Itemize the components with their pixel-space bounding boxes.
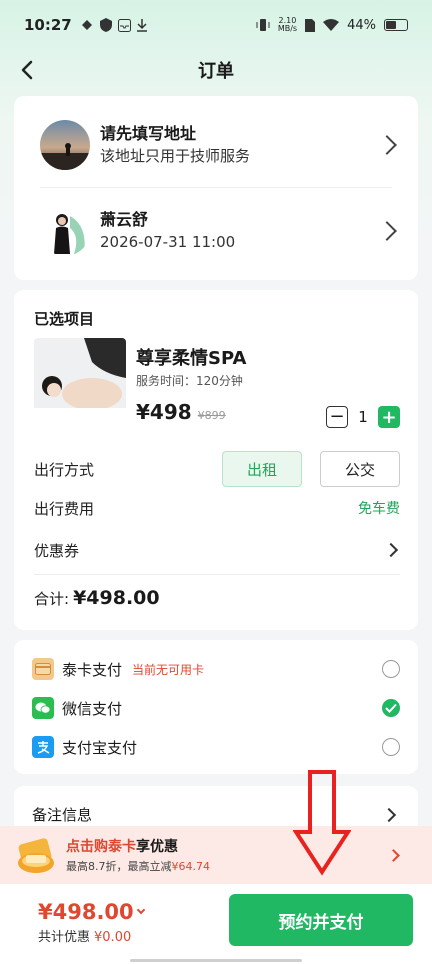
battery-icon (384, 19, 408, 31)
travel-fee-value: 免车费 (358, 501, 400, 517)
radio-unchecked[interactable] (382, 660, 400, 678)
chevron-right-icon (377, 135, 397, 155)
bottom-bar: ¥498.00 共计优惠 ¥0.00 预约并支付 (0, 884, 432, 964)
card-icon (32, 658, 54, 680)
status-bar: 10:27 2.10 MB/s 44% (0, 0, 432, 50)
selected-project-card: 已选项目 尊享柔情SPA 服务时间：120分钟 ¥498 ¥899 − 1 + … (14, 290, 418, 630)
shield-icon (99, 18, 112, 32)
appointment-datetime: 2026-07-31 11:00 (100, 233, 236, 251)
travel-mode-label: 出行方式 (34, 460, 95, 479)
vibrate-icon (256, 19, 270, 31)
coupon-row[interactable]: 优惠券 (34, 538, 400, 562)
technician-row[interactable]: 萧云舒 2026-07-31 11:00 (40, 206, 397, 256)
promo-banner[interactable]: 点击购泰卡享优惠 最高8.7折，最高立减¥64.74 (0, 826, 432, 884)
total-label: 合计: (34, 590, 70, 608)
alipay-icon (32, 736, 54, 758)
promo-sub-amount: ¥64.74 (171, 860, 211, 873)
payment-note: 当前无可用卡 (132, 662, 205, 677)
back-arrow-icon[interactable] (16, 58, 40, 82)
travel-option-taxi[interactable]: 出租 (222, 451, 302, 487)
remark-label: 备注信息 (32, 806, 93, 824)
chevron-down-icon (136, 905, 145, 915)
coupon-label: 优惠券 (34, 541, 80, 560)
decrease-button[interactable]: − (326, 406, 348, 428)
payment-option-card[interactable]: 泰卡支付 当前无可用卡 (32, 654, 400, 684)
status-right: 2.10 MB/s 44% (256, 17, 408, 33)
download-icon (136, 18, 147, 32)
radio-checked[interactable] (382, 699, 400, 717)
section-title: 已选项目 (34, 310, 95, 328)
travel-mode-row: 出行方式 出租 公交 (34, 450, 400, 488)
total-row: 合计: ¥498.00 (34, 587, 160, 609)
status-time: 10:27 (24, 16, 72, 34)
technician-avatar (40, 206, 90, 256)
payment-option-alipay[interactable]: 支付宝支付 (32, 732, 400, 762)
divider (34, 574, 400, 575)
promo-title-highlight: 点击购泰卡 (66, 839, 136, 855)
bottom-total-amount: ¥498.00 (38, 900, 134, 924)
price-row: ¥498 ¥899 (136, 400, 226, 424)
chevron-right-icon (381, 807, 397, 823)
promo-title-rest: 享优惠 (136, 839, 178, 855)
address-avatar (40, 120, 90, 170)
quantity-value: 1 (358, 408, 368, 426)
travel-option-bus[interactable]: 公交 (320, 451, 400, 487)
service-thumbnail (34, 338, 126, 430)
address-row[interactable]: 请先填写地址 该地址只用于技师服务 (40, 120, 397, 170)
payment-label: 支付宝支付 (62, 738, 138, 757)
home-indicator[interactable] (130, 959, 302, 962)
chevron-right-icon (387, 848, 400, 862)
wechat-icon (32, 697, 54, 719)
order-info-card: 请先填写地址 该地址只用于技师服务 萧云舒 2026-07-31 11:00 (14, 96, 418, 280)
sim-icon (305, 18, 316, 32)
check-icon (385, 703, 397, 713)
travel-fee-label: 出行费用 (34, 499, 95, 518)
travel-fee-row: 出行费用 免车费 (34, 496, 400, 520)
divider (40, 187, 392, 188)
net-speed: 2.10 MB/s (278, 17, 297, 33)
net-speed-unit: MB/s (277, 24, 298, 33)
service-duration: 服务时间：120分钟 (136, 374, 243, 388)
bottom-price[interactable]: ¥498.00 (38, 900, 145, 924)
payment-method-card: 泰卡支付 当前无可用卡 微信支付 支付宝支付 (14, 640, 418, 774)
status-left-icons (80, 18, 147, 32)
address-title: 请先填写地址 (100, 124, 197, 143)
payment-label: 泰卡支付 (62, 660, 123, 679)
chevron-right-icon (383, 542, 399, 558)
original-price: ¥899 (197, 409, 226, 422)
quantity-stepper: − 1 + (326, 406, 400, 428)
discount-value: ¥0.00 (94, 930, 132, 945)
payment-label: 微信支付 (62, 699, 123, 718)
promo-title: 点击购泰卡享优惠 (66, 836, 210, 856)
current-price: ¥498 (136, 400, 192, 424)
chevron-right-icon (377, 221, 397, 241)
app-notification-icon (81, 20, 92, 30)
nav-bar: 订单 (0, 50, 432, 90)
battery-percent: 44% (347, 17, 376, 33)
discount-label: 共计优惠 (38, 930, 91, 945)
page-title: 订单 (198, 61, 234, 82)
increase-button[interactable]: + (378, 406, 400, 428)
down-arrow-annotation-icon (293, 770, 351, 876)
radio-unchecked[interactable] (382, 738, 400, 756)
technician-name: 萧云舒 (100, 210, 149, 229)
promo-subtitle: 最高8.7折，最高立减¥64.74 (66, 858, 210, 874)
total-amount: ¥498.00 (73, 587, 160, 609)
bottom-discount: 共计优惠 ¥0.00 (38, 926, 131, 945)
gift-card-icon (18, 838, 54, 873)
book-and-pay-button[interactable]: 预约并支付 (229, 894, 413, 946)
address-subtitle: 该地址只用于技师服务 (100, 147, 251, 165)
wifi-icon (323, 19, 340, 31)
payment-option-wechat[interactable]: 微信支付 (32, 693, 400, 723)
service-name: 尊享柔情SPA (136, 348, 247, 369)
inbox-icon (117, 18, 131, 32)
promo-sub-prefix: 最高8.7折，最高立减 (66, 860, 172, 873)
